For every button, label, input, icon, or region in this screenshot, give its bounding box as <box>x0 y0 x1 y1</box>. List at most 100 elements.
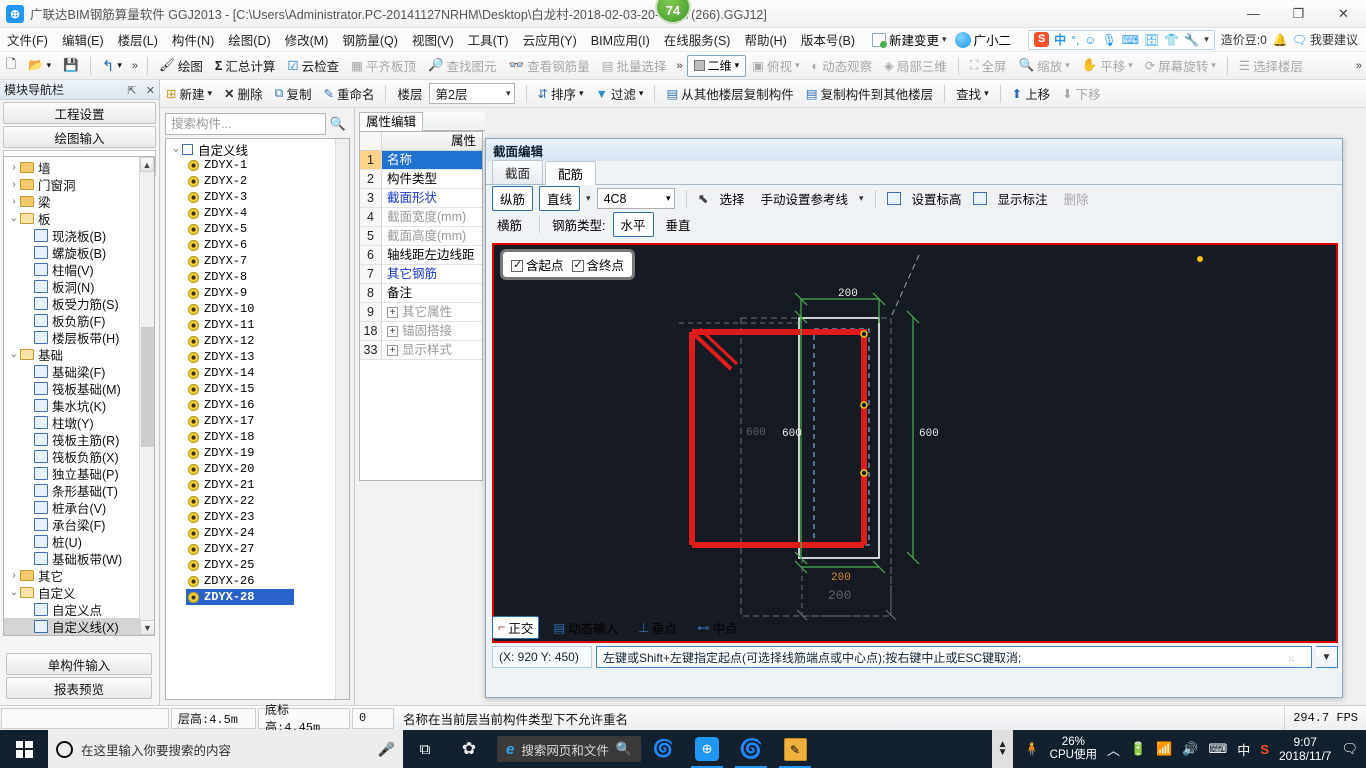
taskbar-app-browser[interactable]: 🌀 <box>729 730 773 768</box>
new-change-button[interactable]: 新建变更 ▾ <box>872 30 947 49</box>
ime-chevron-icon[interactable]: ▾ <box>1204 34 1209 45</box>
nav-tree-item[interactable]: › 墙 <box>4 159 139 176</box>
fullscreen-button[interactable]: ⛶ 全屏 <box>964 54 1013 78</box>
nav-tree-item[interactable]: 板受力筋(S) <box>4 295 139 312</box>
draw-button[interactable]: 🖌 绘图 <box>153 54 209 78</box>
tab-rebar[interactable]: 配筋 <box>545 161 597 185</box>
menu-item-draw[interactable]: 绘图(D) <box>221 28 277 51</box>
volume-icon[interactable]: 🔊 <box>1182 741 1198 757</box>
component-list-item[interactable]: ZDYX-13 <box>166 349 335 365</box>
chevron-down-icon[interactable]: ⌄ <box>8 349 20 360</box>
property-row[interactable]: 8 备注 <box>360 284 482 303</box>
nav-tree-scrollbar[interactable]: ▲ ▼ <box>139 157 154 635</box>
search-button[interactable]: 🔍 <box>326 113 350 135</box>
copy-from-other-floor-button[interactable]: ▤ 从其他楼层复制构件 <box>660 82 799 106</box>
open-file-button[interactable]: 📂 ▾ <box>22 54 57 78</box>
set-elevation-button[interactable]: 设置标高 <box>907 187 967 210</box>
component-list-item[interactable]: ZDYX-11 <box>166 317 335 333</box>
new-component-button[interactable]: ⊞ 新建 ▾ <box>160 82 218 106</box>
scroll-up-icon[interactable]: ▲ <box>140 157 154 172</box>
dynamic-input-button[interactable]: ▤ 动态输入 <box>547 616 624 639</box>
nav-tree-item[interactable]: 筏板负筋(X) <box>4 448 139 465</box>
nav-tree-item[interactable]: 板负筋(F) <box>4 312 139 329</box>
nav-tree-item[interactable]: 自定义点 <box>4 601 139 618</box>
taskbar-app-spiral[interactable]: 🌀 <box>641 730 685 768</box>
component-list-item[interactable]: ZDYX-9 <box>166 285 335 301</box>
nav-tree-item[interactable]: 楼层板带(H) <box>4 329 139 346</box>
property-row[interactable]: 7 其它钢筋 <box>360 265 482 284</box>
undo-button[interactable]: ↰ ▾ <box>96 54 128 78</box>
nav-tree-item[interactable]: 螺旋板(B) <box>4 244 139 261</box>
component-list-item[interactable]: ZDYX-16 <box>166 397 335 413</box>
rebar-spec-combo[interactable]: 4C8 ▾ <box>596 188 675 209</box>
taskbar-app-editor[interactable]: ✎ <box>773 730 817 768</box>
select-floor-button[interactable]: ☰ 选择楼层 <box>1233 54 1309 78</box>
menu-item-component[interactable]: 构件(N) <box>165 28 221 51</box>
copy-component-button[interactable]: ⧉ 复制 <box>269 82 318 106</box>
property-row[interactable]: 5 截面高度(mm) <box>360 227 482 246</box>
properties-table[interactable]: 属性 1 名称 2 构件类型 3 截面形状 4 截面宽度(mm) 5 截面高度(mm) 6 轴线距左边… <box>359 131 483 481</box>
tray-scroll-arrows[interactable]: ▲ ▼ <box>991 730 1014 768</box>
component-list-item[interactable]: ZDYX-17 <box>166 413 335 429</box>
nav-tree-item[interactable]: 基础板带(W) <box>4 550 139 567</box>
chevron-down-icon[interactable]: ⌄ <box>8 213 20 224</box>
batch-select-button[interactable]: ▤ 批量选择 <box>596 54 673 78</box>
wrench-icon[interactable]: 🔧 <box>1184 33 1199 47</box>
sort-button[interactable]: ⇵ 排序 ▾ <box>532 82 590 106</box>
notification-icon[interactable]: 🗨 <box>1341 741 1358 757</box>
feedback-icon[interactable]: 🗨 <box>1292 33 1307 47</box>
component-list-item[interactable]: ZDYX-19 <box>166 445 335 461</box>
nav-tree-item[interactable]: 桩承台(V) <box>4 499 139 516</box>
command-hint-input[interactable]: 左键或Shift+左键指定起点(可选择线筋端点或中心点);按右键中止或ESC键取… <box>596 646 1312 668</box>
scroll-down-icon[interactable]: ▼ <box>140 620 154 635</box>
search-input[interactable]: 搜索构件... <box>165 113 326 135</box>
properties-tab[interactable]: 属性编辑 <box>359 112 424 131</box>
component-list-item[interactable]: ZDYX-18 <box>166 429 335 445</box>
nav-tree-item[interactable]: 独立基础(P) <box>4 465 139 482</box>
nav-tree-item[interactable]: 条形基础(T) <box>4 482 139 499</box>
nav-tree-item[interactable]: ⌄ 板 <box>4 210 139 227</box>
show-annotation-button[interactable]: 显示标注 <box>993 187 1053 210</box>
select-button[interactable]: 选择 <box>714 187 749 210</box>
chevron-right-icon[interactable]: › <box>8 570 20 581</box>
sogou-ime-bar[interactable]: S 中 °, ☺ 🎙 ⌨ 🗄 👕 🔧 ▾ <box>1028 29 1215 50</box>
floor-selector[interactable]: 楼层 第2层 ▾ <box>391 82 520 106</box>
price-bean-label[interactable]: 造价豆:0 <box>1221 31 1267 48</box>
perpendicular-snap-button[interactable]: ⊥ 垂点 <box>632 616 683 639</box>
component-tree-root[interactable]: ⌄ 自定义线 <box>166 141 335 158</box>
dynamic-observe-button[interactable]: ◐ 动态观察 <box>806 54 879 78</box>
skin-icon[interactable]: 👕 <box>1164 33 1179 47</box>
taskbar-clock[interactable]: 9:07 2018/11/7 <box>1279 735 1332 764</box>
tray-overflow-chevron-icon[interactable]: ︿ <box>1107 740 1120 759</box>
floor-combo[interactable]: 第2层 ▾ <box>428 83 515 104</box>
menu-item-tools[interactable]: 工具(T) <box>461 28 516 51</box>
line-mode-button[interactable]: 直线 <box>539 186 581 211</box>
menu-item-modify[interactable]: 修改(M) <box>278 28 336 51</box>
component-list-item[interactable]: ZDYX-22 <box>166 493 335 509</box>
copy-to-other-floor-button[interactable]: ▤ 复制构件到其他楼层 <box>800 82 939 106</box>
module-tree[interactable]: › 墙 › 门窗洞 › 梁 ⌄ 板现浇板(B) 螺旋板(B) 柱帽(V) 板洞(N) 板受力筋(S) 板… <box>3 156 155 636</box>
vertical-button[interactable]: 垂直 <box>661 213 696 236</box>
component-list-item[interactable]: ZDYX-26 <box>166 573 335 589</box>
ie-search-pill[interactable]: e 搜索网页和文件 🔍 <box>497 736 642 762</box>
taskbar-search-box[interactable]: 在这里输入你要搜索的内容 🎤 <box>48 730 403 768</box>
nav-tree-item[interactable]: › 其它 <box>4 567 139 584</box>
component-list-item[interactable]: ZDYX-6 <box>166 237 335 253</box>
nav-tree-item[interactable]: 柱帽(V) <box>4 261 139 278</box>
chevron-right-icon[interactable]: › <box>8 196 20 207</box>
delete-component-button[interactable]: ✕ 删除 <box>218 82 269 106</box>
toolbar-overflow-button[interactable]: » <box>128 60 142 72</box>
nav-tree-item[interactable]: 基础梁(F) <box>4 363 139 380</box>
local-3d-button[interactable]: ◈ 局部三维 <box>878 54 953 78</box>
component-tree[interactable]: ⌄ 自定义线 ZDYX-1 ZDYX-2 ZDYX-3 ZDYX-4 ZDYX-5 ZDYX-… <box>165 138 350 700</box>
property-row[interactable]: 2 构件类型 <box>360 170 482 189</box>
nav-tree-item[interactable]: 自定义线(X) <box>4 618 139 635</box>
people-icon[interactable]: 🧍 <box>1023 741 1039 757</box>
chevron-right-icon[interactable]: › <box>8 162 20 173</box>
command-history-button[interactable]: ▼ <box>1316 646 1338 668</box>
component-list-item[interactable]: ZDYX-15 <box>166 381 335 397</box>
feedback-label[interactable]: 我要建议 <box>1310 31 1358 48</box>
nav-tree-item[interactable]: › 门窗洞 <box>4 176 139 193</box>
save-file-button[interactable]: 💾 <box>57 54 85 78</box>
component-list-item[interactable]: ZDYX-5 <box>166 221 335 237</box>
